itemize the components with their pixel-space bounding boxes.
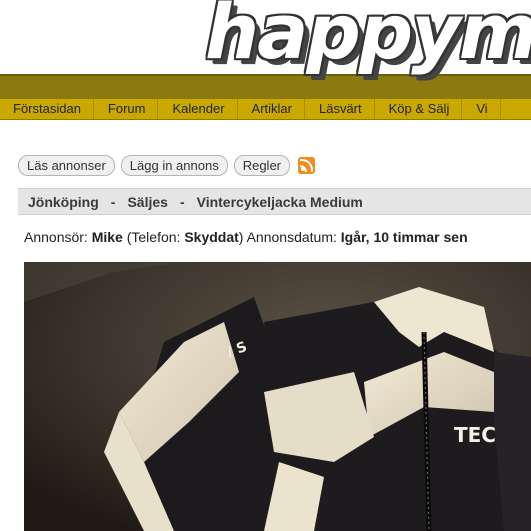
breadcrumb-category[interactable]: Säljes: [127, 194, 167, 210]
header-band: [0, 76, 531, 98]
rss-icon[interactable]: [298, 157, 315, 174]
rules-button[interactable]: Regler: [233, 155, 290, 176]
ad-title: Vintercykeljacka Medium: [196, 193, 363, 210]
nav-item-forstasidan[interactable]: Förstasidan: [0, 99, 94, 119]
site-logo[interactable]: happymtb: [205, 0, 531, 70]
nav-item-artiklar[interactable]: Artiklar: [238, 99, 305, 119]
nav-item-vi[interactable]: Vi: [462, 99, 501, 119]
date-label: Annonsdatum:: [246, 229, 337, 245]
breadcrumb-separator: -: [179, 193, 185, 210]
nav-item-lasvart[interactable]: Läsvärt: [305, 99, 375, 119]
read-ads-button[interactable]: Läs annonser: [18, 155, 115, 176]
breadcrumb-separator: -: [110, 193, 116, 210]
breadcrumb-location[interactable]: Jönköping: [28, 194, 99, 210]
advertiser-label: Annonsör:: [24, 229, 88, 245]
jacket-logo-text: TEC: [454, 423, 496, 447]
phone-value: Skyddat: [184, 229, 239, 245]
phone-label: (Telefon:: [126, 229, 181, 245]
post-ad-button[interactable]: Lägg in annons: [120, 155, 228, 176]
phone-close: ): [238, 229, 244, 245]
jacket-photo-image: ∕ S TEC: [24, 262, 531, 531]
site-header: happymtb: [0, 0, 531, 98]
ad-date: Igår, 10 timmar sen: [340, 229, 468, 245]
ad-photo[interactable]: ∕ S TEC: [24, 262, 531, 531]
nav-item-kop-salj[interactable]: Köp & Sälj: [375, 99, 463, 119]
advertiser-name[interactable]: Mike: [92, 229, 123, 245]
breadcrumb: Jönköping - Säljes - Vintercykeljacka Me…: [18, 188, 531, 215]
nav-item-kalender[interactable]: Kalender: [158, 99, 238, 119]
main-nav: Förstasidan Forum Kalender Artiklar Läsv…: [0, 98, 531, 120]
ad-actions: Läs annonser Lägg in annons Regler: [18, 155, 315, 176]
nav-item-forum[interactable]: Forum: [94, 99, 159, 119]
ad-meta: Annonsör: Mike (Telefon: Skyddat) Annons…: [24, 229, 468, 245]
